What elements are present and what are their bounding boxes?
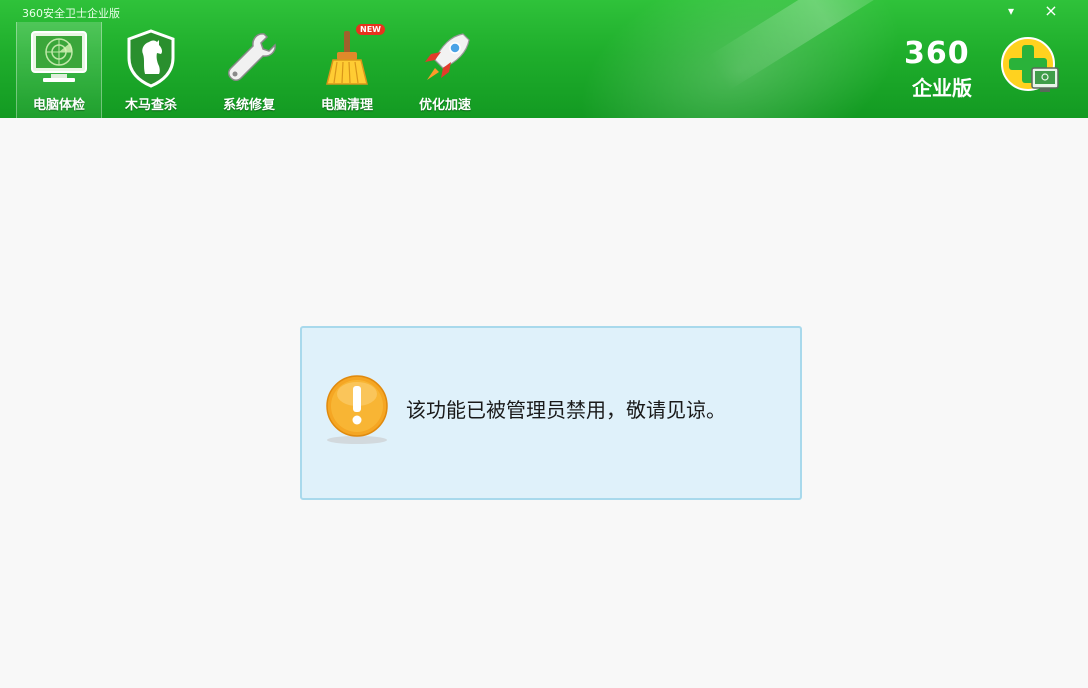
- monitor-radar-icon: [31, 31, 87, 82]
- nav-label: 木马查杀: [124, 98, 177, 113]
- brand-block: 360 企业版: [900, 36, 1060, 106]
- window-title: 360安全卫士企业版: [22, 7, 120, 20]
- broom-icon: [326, 31, 368, 85]
- nav-item-system-repair[interactable]: 系统修复: [200, 22, 298, 118]
- nav-label: 优化加速: [418, 98, 471, 113]
- rocket-icon: [425, 33, 470, 80]
- nav-item-cleanup[interactable]: NEW 电脑清理: [298, 22, 396, 118]
- disabled-notice-panel: 该功能已被管理员禁用，敬请见谅。: [300, 326, 802, 500]
- nav-item-speedup[interactable]: 优化加速: [396, 22, 494, 118]
- close-button[interactable]: ×: [1040, 2, 1062, 20]
- nav-label: 系统修复: [222, 98, 275, 113]
- notice-message: 该功能已被管理员禁用，敬请见谅。: [406, 398, 726, 422]
- minimize-button[interactable]: ▾: [1000, 2, 1022, 20]
- brand-number: 360: [904, 36, 970, 71]
- nav-item-trojan-scan[interactable]: 木马查杀: [102, 22, 200, 118]
- new-badge: NEW: [356, 24, 385, 35]
- brand-edition: 企业版: [912, 76, 972, 100]
- nav-item-checkup[interactable]: 电脑体检: [16, 22, 102, 118]
- title-bar-header: 360安全卫士企业版 ▾ × 电脑体检 木马查杀 系统修复 NEW 电脑清理 优…: [0, 0, 1088, 118]
- horse-shield-icon: [127, 29, 175, 88]
- wrench-icon: [228, 33, 276, 81]
- 360-plus-monitor-icon: [1001, 37, 1059, 92]
- warning-exclamation-icon: [326, 375, 388, 444]
- main-nav: 电脑体检 木马查杀 系统修复 NEW 电脑清理 优化加速: [16, 22, 494, 118]
- nav-label: 电脑清理: [320, 98, 373, 113]
- nav-label: 电脑体检: [32, 98, 85, 113]
